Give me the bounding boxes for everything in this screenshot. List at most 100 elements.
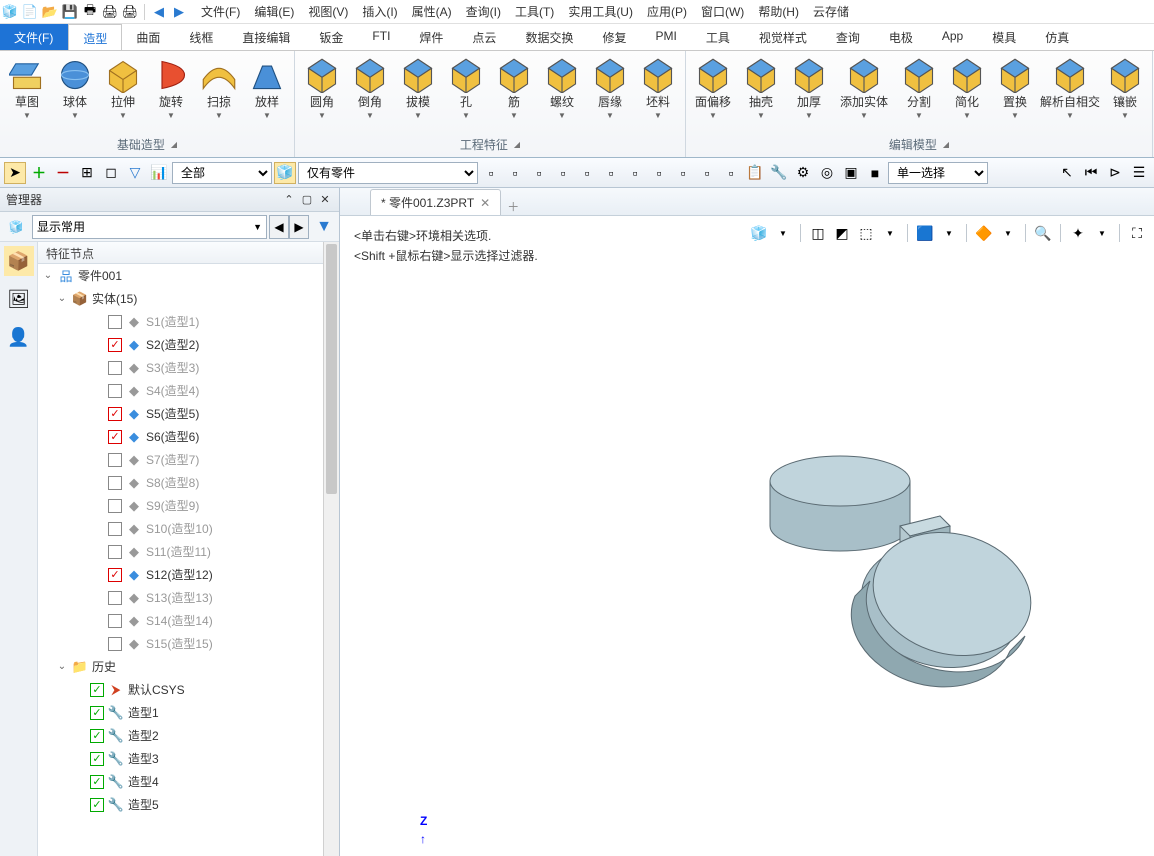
- select-mode-dropdown[interactable]: 全部: [172, 162, 272, 184]
- nav-prev-icon[interactable]: ◀: [269, 215, 289, 239]
- tree-solid-item[interactable]: ◆S1(造型1): [38, 310, 339, 333]
- toolbar-icon[interactable]: 🔧: [768, 162, 790, 184]
- toolbar-icon[interactable]: ▫: [624, 162, 646, 184]
- menu-item[interactable]: 插入(I): [356, 0, 403, 23]
- menu-item[interactable]: 帮助(H): [752, 0, 805, 23]
- tree-solid-item[interactable]: ◆S8(造型8): [38, 471, 339, 494]
- ribbon-tool[interactable]: 镶嵌▼: [1102, 55, 1148, 123]
- checkbox[interactable]: ✓: [90, 775, 104, 789]
- ribbon-tab[interactable]: 曲面: [122, 24, 175, 50]
- tree-solid-item[interactable]: ◆S10(造型10): [38, 517, 339, 540]
- checkbox[interactable]: ✓: [90, 683, 104, 697]
- tree-solid-item[interactable]: ✓◆S6(造型6): [38, 425, 339, 448]
- ribbon-tab[interactable]: 点云: [458, 24, 511, 50]
- ribbon-tab[interactable]: 数据交换: [511, 24, 588, 50]
- ribbon-tab[interactable]: 修复: [588, 24, 641, 50]
- maximize-icon[interactable]: ▢: [299, 192, 315, 208]
- tree-solid-item[interactable]: ◆S3(造型3): [38, 356, 339, 379]
- ribbon-tab[interactable]: 工具: [692, 24, 745, 50]
- ribbon-tool[interactable]: 简化▼: [944, 55, 990, 123]
- menu-item[interactable]: 实用工具(U): [562, 0, 639, 23]
- ribbon-tool[interactable]: 螺纹▼: [539, 55, 585, 123]
- play-icon[interactable]: ⊳: [1104, 162, 1126, 184]
- ribbon-tool[interactable]: 抽壳▼: [738, 55, 784, 123]
- dashed-box-icon[interactable]: ◻: [100, 162, 122, 184]
- ribbon-tab[interactable]: 钣金: [305, 24, 358, 50]
- menu-item[interactable]: 云存储: [807, 0, 855, 23]
- tree-solid-item[interactable]: ✓◆S12(造型12): [38, 563, 339, 586]
- tree-filter-icon[interactable]: ▼: [311, 215, 337, 239]
- redo-icon[interactable]: ▶: [171, 4, 187, 20]
- toolbar-icon[interactable]: ◎: [816, 162, 838, 184]
- ribbon-tab[interactable]: 焊件: [405, 24, 458, 50]
- remove-icon[interactable]: －: [52, 162, 74, 184]
- menu-item[interactable]: 文件(F): [195, 0, 246, 23]
- tree-history-item[interactable]: ✓🔧造型5: [38, 793, 339, 816]
- checkbox[interactable]: ✓: [108, 568, 122, 582]
- ribbon-tool[interactable]: 倒角▼: [347, 55, 393, 123]
- tree-solids-group[interactable]: ⌄ 📦 实体(15): [38, 287, 339, 310]
- ribbon-tool[interactable]: 唇缘▼: [587, 55, 633, 123]
- toolbar-icon[interactable]: ▣: [840, 162, 862, 184]
- ribbon-tool[interactable]: 扫掠▼: [196, 55, 242, 123]
- toolbar-icon[interactable]: ▫: [480, 162, 502, 184]
- pick-mode-dropdown[interactable]: 单一选择: [888, 162, 988, 184]
- ribbon-tool[interactable]: 筋▼: [491, 55, 537, 123]
- tree-solid-item[interactable]: ◆S7(造型7): [38, 448, 339, 471]
- ribbon-tool[interactable]: 拔模▼: [395, 55, 441, 123]
- tree-solid-item[interactable]: ✓◆S2(造型2): [38, 333, 339, 356]
- toolbar-icon[interactable]: ▫: [576, 162, 598, 184]
- tree-solid-item[interactable]: ◆S4(造型4): [38, 379, 339, 402]
- filter-icon[interactable]: ▽: [124, 162, 146, 184]
- tree-history-item[interactable]: ✓🔧造型3: [38, 747, 339, 770]
- display-mode-dropdown[interactable]: 显示常用▼: [32, 215, 267, 239]
- toolbar-icon[interactable]: ■: [864, 162, 886, 184]
- ribbon-tab[interactable]: App: [928, 24, 978, 50]
- grid-target-icon[interactable]: ⊞: [76, 162, 98, 184]
- ribbon-tab[interactable]: 模具: [978, 24, 1031, 50]
- play-prev-icon[interactable]: ⏮: [1080, 162, 1102, 184]
- checkbox[interactable]: [108, 545, 122, 559]
- menu-item[interactable]: 应用(P): [641, 0, 693, 23]
- print-icon[interactable]: 🖶: [82, 4, 98, 20]
- tree-solid-item[interactable]: ✓◆S5(造型5): [38, 402, 339, 425]
- toolbar-icon[interactable]: ▫: [528, 162, 550, 184]
- checkbox[interactable]: [108, 384, 122, 398]
- checkbox[interactable]: ✓: [108, 407, 122, 421]
- toolbar-icon[interactable]: 📋: [744, 162, 766, 184]
- new-tab-icon[interactable]: ＋: [501, 198, 525, 215]
- checkbox[interactable]: ✓: [108, 338, 122, 352]
- toolbar-icon[interactable]: ▫: [600, 162, 622, 184]
- tree-solid-item[interactable]: ◆S15(造型15): [38, 632, 339, 655]
- ribbon-tool[interactable]: 加厚▼: [786, 55, 832, 123]
- add-icon[interactable]: ＋: [28, 162, 50, 184]
- tree-solid-item[interactable]: ◆S14(造型14): [38, 609, 339, 632]
- ribbon-tool[interactable]: 分割▼: [896, 55, 942, 123]
- toolbar-icon[interactable]: ▫: [672, 162, 694, 184]
- menu-item[interactable]: 视图(V): [302, 0, 354, 23]
- tree-solid-item[interactable]: ◆S9(造型9): [38, 494, 339, 517]
- ribbon-tool[interactable]: 放样▼: [244, 55, 290, 123]
- ribbon-tab[interactable]: 线框: [175, 24, 228, 50]
- ribbon-tool[interactable]: 球体▼: [52, 55, 98, 123]
- checkbox[interactable]: ✓: [90, 752, 104, 766]
- menu-item[interactable]: 编辑(E): [248, 0, 300, 23]
- toolbar-icon[interactable]: ▫: [504, 162, 526, 184]
- ribbon-tool[interactable]: 旋转▼: [148, 55, 194, 123]
- ribbon-tool[interactable]: 坯料▼: [635, 55, 681, 123]
- tree-root[interactable]: ⌄ 品 零件001: [38, 264, 339, 287]
- undo-icon[interactable]: ◀: [151, 4, 167, 20]
- ribbon-tab[interactable]: 电极: [875, 24, 928, 50]
- checkbox[interactable]: [108, 315, 122, 329]
- nav-next-icon[interactable]: ▶: [289, 215, 309, 239]
- checkbox[interactable]: ✓: [90, 706, 104, 720]
- checkbox[interactable]: [108, 476, 122, 490]
- minimize-icon[interactable]: ⌃: [281, 192, 297, 208]
- cursor-icon[interactable]: ↖: [1056, 162, 1078, 184]
- ribbon-tab[interactable]: 直接编辑: [228, 24, 305, 50]
- ribbon-tool[interactable]: 圆角▼: [299, 55, 345, 123]
- sidebar-part-icon[interactable]: 📦: [4, 246, 34, 276]
- color-bars-icon[interactable]: 📊: [148, 162, 170, 184]
- cube-filter-icon[interactable]: 🧊: [274, 162, 296, 184]
- checkbox[interactable]: [108, 637, 122, 651]
